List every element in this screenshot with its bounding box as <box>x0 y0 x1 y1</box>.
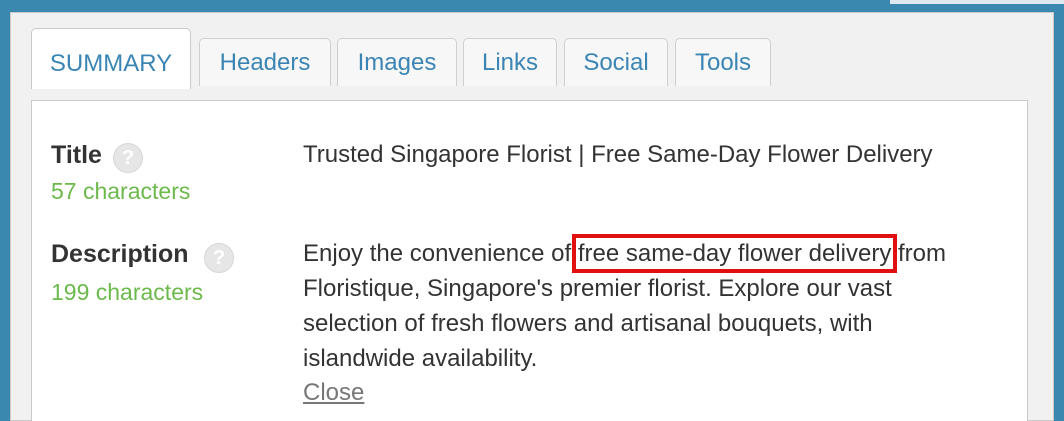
tab-images[interactable]: Images <box>337 38 457 86</box>
question-icon[interactable]: ? <box>204 243 234 273</box>
description-value: Enjoy the convenience of free same-day f… <box>303 234 963 376</box>
title-character-count: 57 characters <box>51 178 191 204</box>
tab-summary[interactable]: SUMMARY <box>31 28 191 89</box>
tab-social[interactable]: Social <box>564 38 668 86</box>
title-value: Trusted Singapore Florist | Free Same-Da… <box>303 141 933 168</box>
tab-headers[interactable]: Headers <box>199 38 331 86</box>
tab-links[interactable]: Links <box>463 38 557 86</box>
close-link[interactable]: Close <box>303 379 364 407</box>
summary-content: Title ? 57 characters Trusted Singapore … <box>31 100 1028 421</box>
window-frame-highlight <box>890 0 1064 4</box>
question-icon[interactable]: ? <box>113 143 143 173</box>
description-label: Description <box>51 240 189 268</box>
highlighted-keyword: free same-day flower delivery <box>571 234 898 273</box>
title-label: Title <box>51 141 102 169</box>
description-character-count: 199 characters <box>51 279 204 305</box>
tab-tools[interactable]: Tools <box>675 38 771 86</box>
description-text-before: Enjoy the convenience of <box>303 240 578 267</box>
